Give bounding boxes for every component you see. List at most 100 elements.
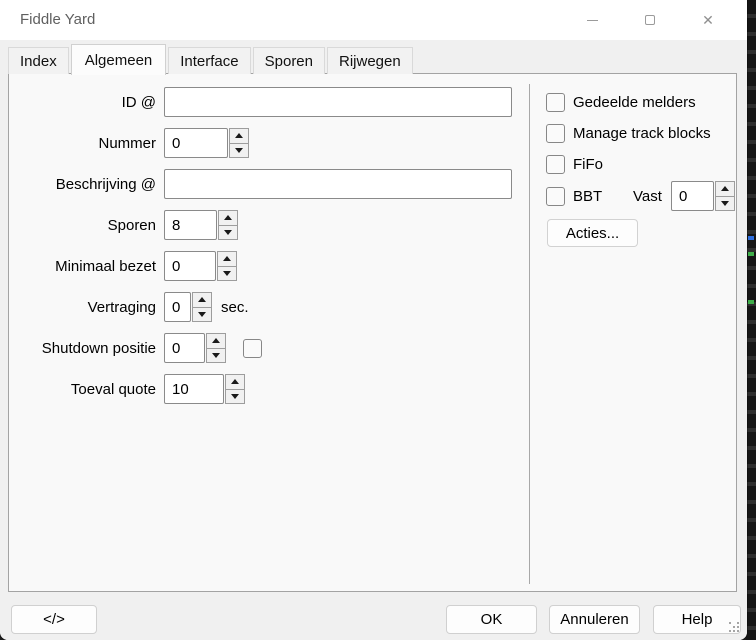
spin-down-button[interactable] — [229, 143, 249, 159]
form-row-nummer: Nummer — [9, 128, 528, 158]
form-row-beschrijving: Beschrijving @ — [9, 169, 528, 199]
fifo-checkbox[interactable] — [546, 155, 565, 174]
nummer-stepper — [164, 128, 249, 158]
arrow-down-icon — [235, 148, 243, 153]
checkbox-row-fifo[interactable]: FiFo — [538, 155, 738, 174]
tab-rijwegen[interactable]: Rijwegen — [327, 47, 413, 74]
toeval-quote-stepper — [164, 374, 245, 404]
form-row-minimaal-bezet: Minimaal bezet — [9, 251, 528, 281]
checkbox-label: Gedeelde melders — [573, 94, 696, 111]
options-column: Gedeelde melders Manage track blocks FiF… — [538, 74, 738, 211]
spin-down-button[interactable] — [218, 225, 238, 241]
help-button[interactable]: Help — [653, 605, 741, 634]
checkbox-row-manage-track-blocks[interactable]: Manage track blocks — [538, 124, 738, 143]
spin-up-button[interactable] — [218, 210, 238, 226]
beschrijving-input[interactable] — [164, 169, 512, 199]
ok-button[interactable]: OK — [446, 605, 537, 634]
spin-up-button[interactable] — [206, 333, 226, 349]
tab-bar: Index Algemeen Interface Sporen Rijwegen — [8, 40, 415, 74]
minimize-button[interactable] — [563, 0, 621, 40]
tab-algemeen[interactable]: Algemeen — [71, 44, 167, 75]
spin-up-button[interactable] — [217, 251, 237, 267]
dialog-window: Fiddle Yard ✕ Index Algemeen Interface S… — [0, 0, 747, 640]
minimize-icon — [587, 20, 598, 21]
spin-up-button[interactable] — [225, 374, 245, 390]
field-label-nummer: Nummer — [9, 135, 156, 152]
spin-down-button[interactable] — [206, 348, 226, 364]
arrow-down-icon — [231, 394, 239, 399]
arrow-down-icon — [721, 201, 729, 206]
close-button[interactable]: ✕ — [679, 0, 737, 40]
checkbox-row-bbt: BBT Vast — [538, 181, 738, 211]
field-label-beschrijving: Beschrijving @ — [9, 176, 156, 193]
arrow-down-icon — [224, 230, 232, 235]
arrow-down-icon — [198, 312, 206, 317]
field-label-toeval-quote: Toeval quote — [9, 381, 156, 398]
sporen-stepper — [164, 210, 238, 240]
vast-stepper — [671, 181, 735, 211]
tab-interface[interactable]: Interface — [168, 47, 250, 74]
cancel-button[interactable]: Annuleren — [549, 605, 640, 634]
minimaal-bezet-input[interactable] — [164, 251, 216, 281]
background-artifact — [748, 252, 754, 256]
spin-down-button[interactable] — [225, 389, 245, 405]
acties-button[interactable]: Acties... — [547, 219, 638, 247]
arrow-up-icon — [224, 215, 232, 220]
vertraging-stepper — [164, 292, 212, 322]
checkbox-row-gedeelde-melders[interactable]: Gedeelde melders — [538, 93, 738, 112]
background-artifact — [748, 236, 754, 240]
arrow-up-icon — [212, 338, 220, 343]
checkbox-label: Manage track blocks — [573, 125, 711, 142]
nummer-input[interactable] — [164, 128, 228, 158]
bbt-checkbox[interactable] — [546, 187, 565, 206]
toeval-quote-input[interactable] — [164, 374, 224, 404]
form-row-shutdown-positie: Shutdown positie — [9, 333, 528, 363]
spin-down-button[interactable] — [715, 196, 735, 212]
spin-down-button[interactable] — [192, 307, 212, 323]
gedeelde-melders-checkbox[interactable] — [546, 93, 565, 112]
shutdown-positie-input[interactable] — [164, 333, 205, 363]
manage-track-blocks-checkbox[interactable] — [546, 124, 565, 143]
arrow-up-icon — [721, 186, 729, 191]
vertraging-input[interactable] — [164, 292, 191, 322]
spin-up-button[interactable] — [715, 181, 735, 197]
close-icon: ✕ — [702, 13, 714, 27]
maximize-button[interactable] — [621, 0, 679, 40]
vast-label: Vast — [633, 188, 662, 205]
field-label-sporen: Sporen — [9, 217, 156, 234]
id-input[interactable] — [164, 87, 512, 117]
titlebar[interactable]: Fiddle Yard ✕ — [0, 0, 747, 40]
resize-grip-dots — [729, 622, 731, 624]
shutdown-positie-stepper — [164, 333, 226, 363]
arrow-down-icon — [212, 353, 220, 358]
checkbox-label: BBT — [573, 188, 602, 205]
desktop-background-strip — [746, 0, 756, 640]
arrow-up-icon — [198, 297, 206, 302]
arrow-up-icon — [223, 256, 231, 261]
vast-input[interactable] — [671, 181, 714, 211]
arrow-up-icon — [235, 133, 243, 138]
minimaal-bezet-stepper — [164, 251, 237, 281]
spin-up-button[interactable] — [192, 292, 212, 308]
window-title: Fiddle Yard — [20, 0, 95, 40]
code-button[interactable]: </> — [11, 605, 97, 634]
spin-down-button[interactable] — [217, 266, 237, 282]
spin-up-button[interactable] — [229, 128, 249, 144]
vertraging-unit-label: sec. — [221, 299, 249, 316]
tab-sporen[interactable]: Sporen — [253, 47, 325, 74]
vertraging-spin-buttons — [192, 292, 212, 322]
sporen-input[interactable] — [164, 210, 217, 240]
footer-bar: </> OK Annuleren Help — [0, 592, 747, 640]
tab-index[interactable]: Index — [8, 47, 69, 74]
resize-grip[interactable] — [729, 622, 741, 634]
window-controls: ✕ — [563, 0, 737, 40]
form-row-toeval-quote: Toeval quote — [9, 374, 528, 404]
field-label-vertraging: Vertraging — [9, 299, 156, 316]
panel-divider — [529, 84, 530, 584]
arrow-down-icon — [223, 271, 231, 276]
toeval-quote-spin-buttons — [225, 374, 245, 404]
tab-content-panel: ID @ Nummer Beschrijving @ Sporen — [8, 73, 737, 592]
shutdown-positie-checkbox[interactable] — [243, 339, 262, 358]
field-label-id: ID @ — [9, 94, 156, 111]
sporen-spin-buttons — [218, 210, 238, 240]
